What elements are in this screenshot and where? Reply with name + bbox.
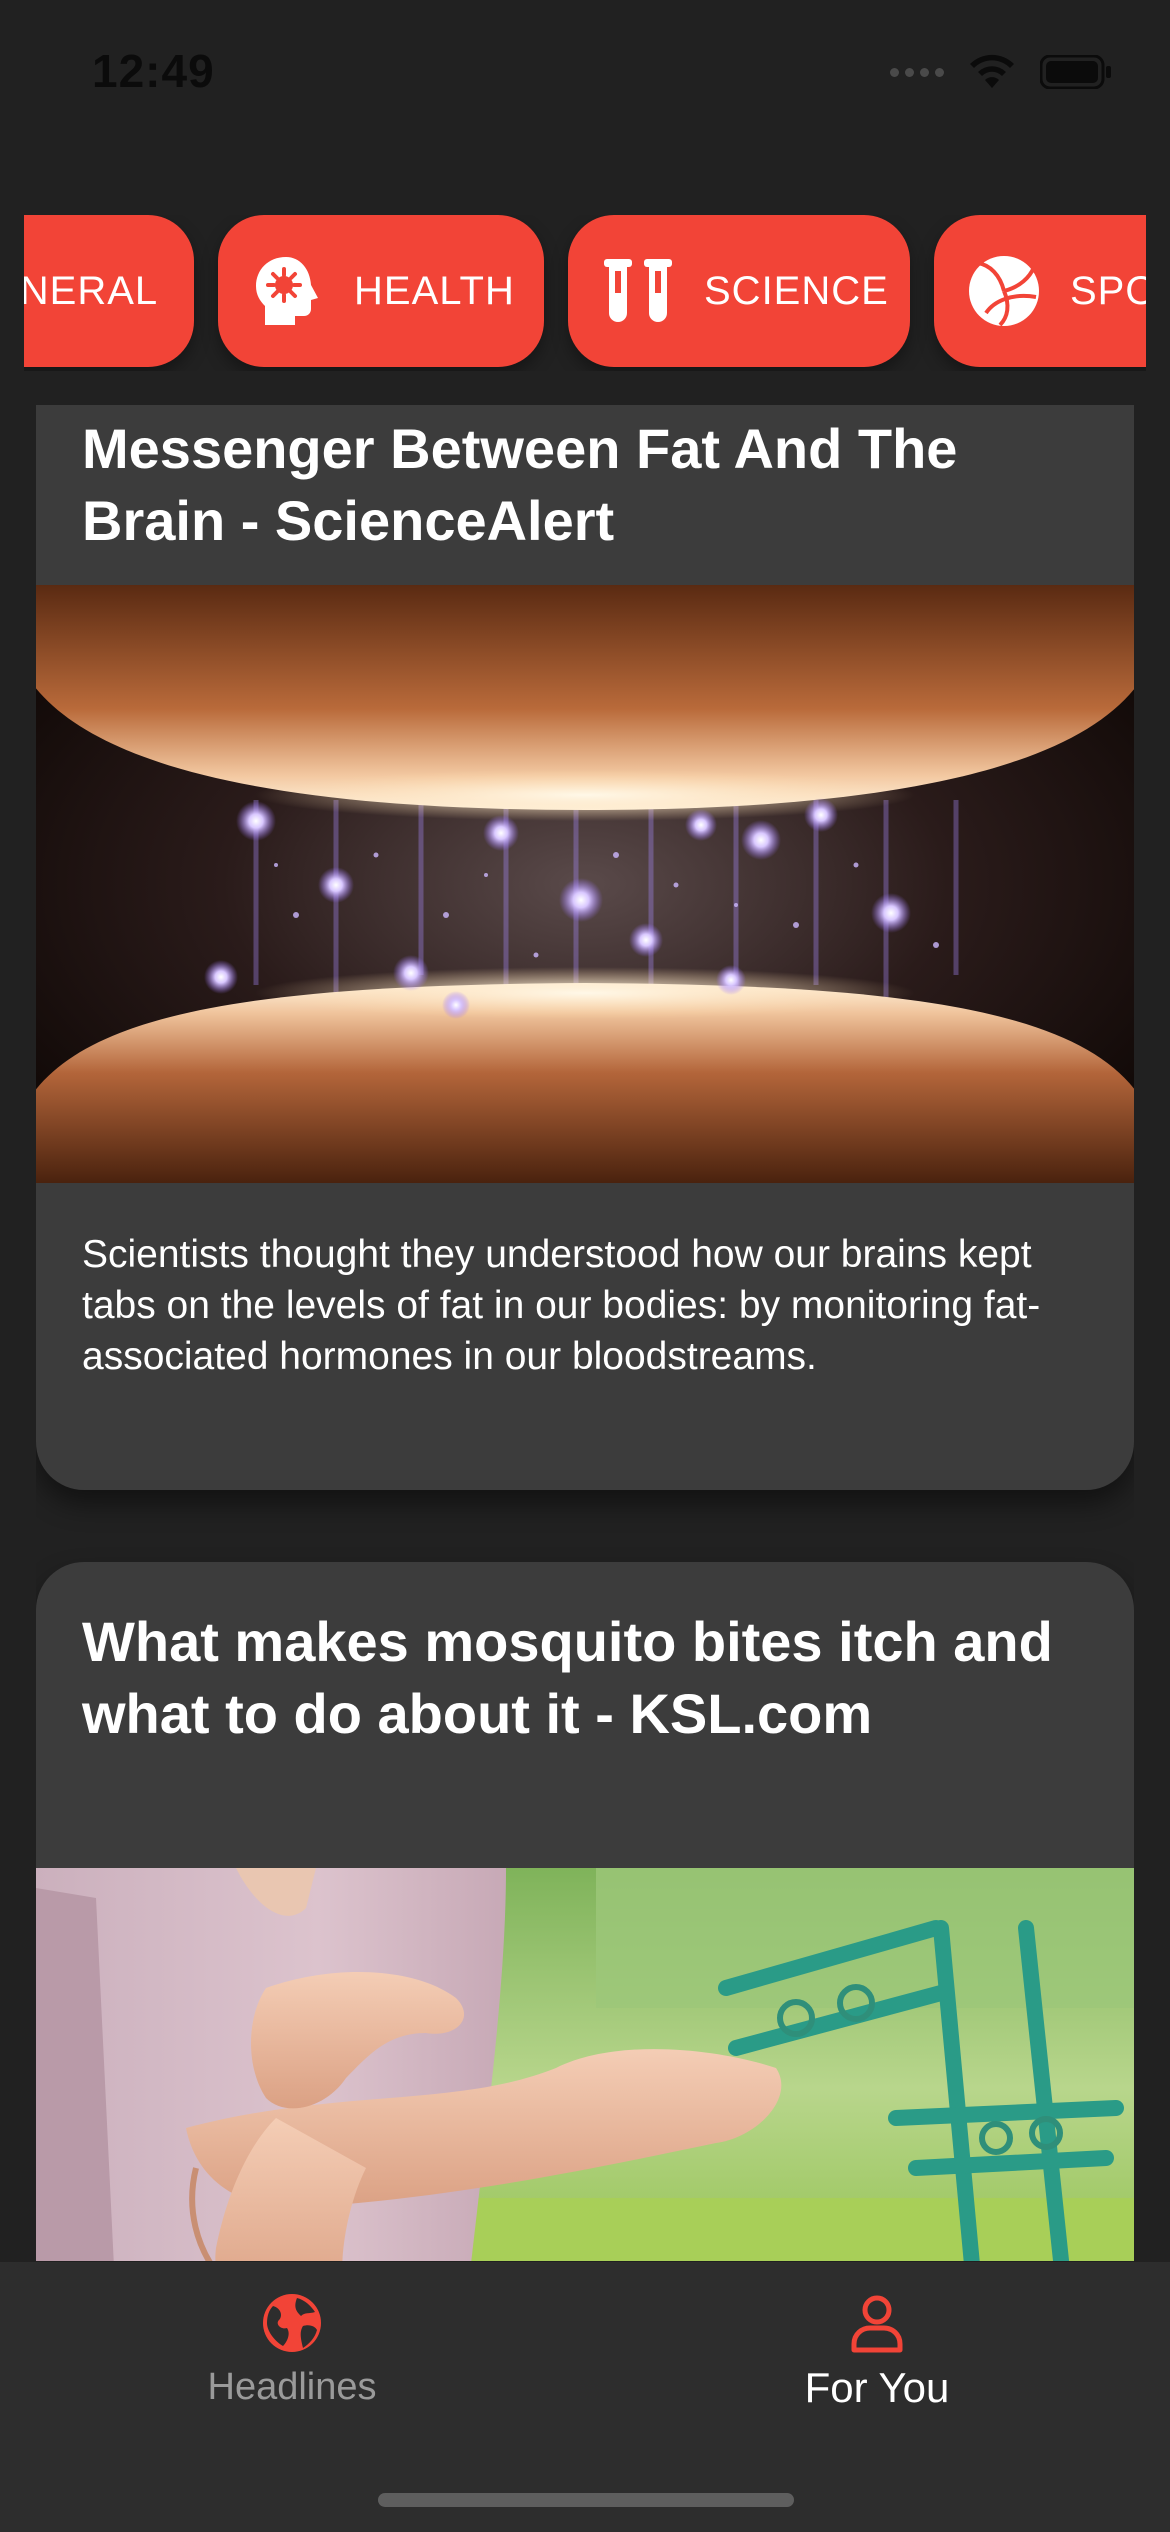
status-bar: 12:49 [0,0,1170,150]
test-tubes-icon [600,253,676,329]
chip-sports-label: SPORTS [1070,268,1146,313]
status-time: 12:49 [92,45,215,97]
chip-health[interactable]: HEALTH [218,215,544,367]
wifi-icon [970,54,1014,88]
category-chip-track: GENERAL [24,215,1146,371]
chip-science-label: SCIENCE [704,268,889,313]
home-indicator [378,2493,794,2507]
cellular-signal-icon [890,67,944,77]
article-image [36,1868,1134,2261]
article-title: Messenger Between Fat And The Brain - Sc… [82,417,958,552]
tab-for-you[interactable]: For You [677,2290,1077,2412]
tab-headlines-label: Headlines [207,2366,377,2408]
chip-general-label: GENERAL [24,268,159,313]
chip-general[interactable]: GENERAL [24,215,194,367]
globe-icon [263,2294,321,2352]
person-icon [851,2295,903,2353]
volleyball-icon [966,253,1042,329]
article-card[interactable]: Messenger Between Fat And The Brain - Sc… [36,405,1134,1490]
article-image [36,585,1134,1183]
chip-science[interactable]: SCIENCE [568,215,910,367]
article-description: Scientists thought they understood how o… [82,1233,1041,1378]
tab-headlines[interactable]: Headlines [92,2290,492,2409]
category-chips[interactable]: GENERAL [24,215,1146,371]
bottom-tab-bar: Headlines For You [0,2262,1170,2532]
battery-icon [1040,55,1111,89]
tab-for-you-label: For You [804,2364,950,2411]
article-card[interactable]: What makes mosquito bites itch and what … [36,1562,1134,2261]
news-feed[interactable]: Messenger Between Fat And The Brain - Sc… [36,405,1134,2261]
head-virus-icon [250,253,326,329]
status-icons [890,52,1112,92]
chip-sports[interactable]: SPORTS [934,215,1146,367]
article-title: What makes mosquito bites itch and what … [82,1610,1053,1745]
chip-health-label: HEALTH [354,268,515,313]
